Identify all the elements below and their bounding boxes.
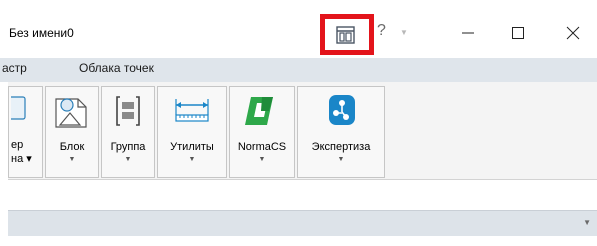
group-label: Группа xyxy=(110,141,146,153)
ruler-icon xyxy=(175,99,209,122)
block-dropdown-icon: ▼ xyxy=(68,156,76,163)
expertiza-dropdown-icon: ▼ xyxy=(337,156,345,163)
block-label: Блок xyxy=(59,141,85,153)
expertiza-label: Экспертиза xyxy=(311,141,371,153)
ribbon-group-block[interactable]: Блок ▼ xyxy=(45,86,99,178)
normacs-dropdown-icon: ▼ xyxy=(258,156,266,163)
panel-bar[interactable]: ▼ xyxy=(8,210,597,236)
normacs-label: NormaCS xyxy=(237,141,287,153)
ribbon-tabs: астр Облака точек xyxy=(0,58,597,82)
help-dropdown-icon[interactable]: ▼ xyxy=(400,28,408,37)
normacs-icon xyxy=(245,97,273,125)
maximize-icon xyxy=(512,27,524,39)
ribbon-group-expertiza[interactable]: Экспертиза ▼ xyxy=(297,86,385,178)
panel-dropdown-icon[interactable]: ▼ xyxy=(583,218,591,227)
tab-raster[interactable]: астр xyxy=(2,61,27,75)
partial-label-2: на ▾ xyxy=(11,153,32,165)
window-title: Без имени0 xyxy=(9,26,74,40)
partial-icon xyxy=(11,96,26,120)
ribbon-panel: ер на ▾ Блок ▼ Группа ▼ Утилиты ▼ NormaC… xyxy=(8,82,597,180)
panel-layout-icon[interactable] xyxy=(336,26,355,44)
expertiza-icon xyxy=(329,95,355,125)
close-button[interactable] xyxy=(550,18,596,48)
minimize-button[interactable] xyxy=(445,18,491,48)
workspace-area xyxy=(8,236,597,246)
partial-label-1: ер xyxy=(11,139,24,151)
close-icon xyxy=(566,26,580,40)
window-frame xyxy=(0,0,8,246)
utilities-label: Утилиты xyxy=(170,141,214,153)
ribbon-group-group[interactable]: Группа ▼ xyxy=(101,86,155,178)
ribbon-group-utilities[interactable]: Утилиты ▼ xyxy=(157,86,227,178)
ribbon-group-normacs[interactable]: NormaCS ▼ xyxy=(229,86,295,178)
block-icon xyxy=(55,98,87,128)
group-dropdown-icon: ▼ xyxy=(124,156,132,163)
ribbon-group-partial[interactable]: ер на ▾ xyxy=(8,86,43,178)
maximize-button[interactable] xyxy=(495,18,541,48)
tab-point-clouds[interactable]: Облака точек xyxy=(79,61,154,75)
utilities-dropdown-icon: ▼ xyxy=(188,156,196,163)
help-button[interactable]: ? xyxy=(377,22,386,40)
minimize-icon xyxy=(462,32,474,34)
group-icon xyxy=(116,96,140,126)
